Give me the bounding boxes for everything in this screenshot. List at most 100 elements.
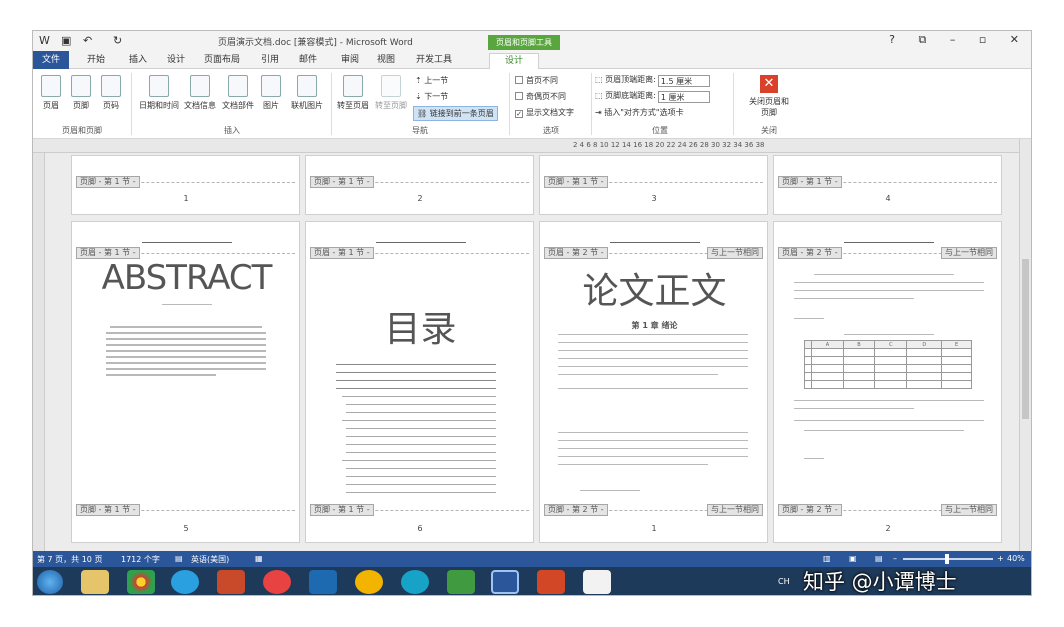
toc-line <box>346 468 496 469</box>
tab-view[interactable]: 视图 <box>371 53 401 69</box>
word-taskbar-icon[interactable] <box>491 570 519 594</box>
web-layout-icon[interactable]: ▤ <box>875 554 883 563</box>
table-row: ABCDE <box>803 340 972 349</box>
goto-footer-button[interactable]: 转至页脚 <box>373 75 409 111</box>
zoom-out-icon[interactable]: – <box>893 554 897 563</box>
text-line <box>794 420 984 421</box>
table-cell <box>941 380 972 389</box>
check-icon: ✓ <box>515 110 523 118</box>
macro-icon[interactable]: ▦ <box>255 554 263 563</box>
tab-design[interactable]: 设计 <box>161 53 191 69</box>
tab-mailings[interactable]: 邮件 <box>293 53 323 69</box>
table-cell <box>906 348 943 357</box>
start-button[interactable] <box>37 570 63 594</box>
tab-references[interactable]: 引用 <box>255 53 285 69</box>
doc-info-button[interactable]: 文档信息 <box>183 75 217 111</box>
footer-label: 页脚 - 第 1 节 - <box>310 504 374 516</box>
different-odd-even-checkbox[interactable]: 奇偶页不同 <box>515 91 566 102</box>
read-mode-icon[interactable]: ▥ <box>823 554 831 563</box>
tab-review[interactable]: 审阅 <box>335 53 365 69</box>
online-picture-button[interactable]: 联机图片 <box>287 75 327 111</box>
different-first-page-checkbox[interactable]: 首页不同 <box>515 75 558 86</box>
zoom-slider[interactable] <box>903 554 993 564</box>
header-label: 页眉 - 第 2 节 - <box>544 247 608 259</box>
text-line <box>844 334 934 335</box>
print-layout-icon[interactable]: ▣ <box>849 554 857 563</box>
app-icon[interactable] <box>401 570 429 594</box>
insert-alignment-tab-button[interactable]: ⇥ 插入"对齐方式"选项卡 <box>595 107 684 118</box>
prev-section-button[interactable]: ⇡ 上一节 <box>415 75 448 86</box>
text-line <box>794 400 984 401</box>
table-cell <box>906 380 943 389</box>
page-4-bottom: 页脚 - 第 1 节 - 4 <box>773 155 1002 215</box>
save-icon[interactable]: ▣ <box>61 34 71 47</box>
app-icon[interactable] <box>217 570 245 594</box>
tab-page-layout[interactable]: 页面布局 <box>199 53 245 69</box>
app-icon[interactable] <box>583 570 611 594</box>
close-header-footer-button[interactable]: ✕ 关闭页眉和页脚 <box>749 75 789 118</box>
text-line <box>106 362 266 364</box>
scrollbar-thumb[interactable] <box>1022 259 1029 419</box>
weibo-icon[interactable] <box>263 570 291 594</box>
text-line <box>558 350 748 351</box>
link-to-previous-button[interactable]: ⛓ 链接到前一条页眉 <box>413 106 498 121</box>
tab-developer[interactable]: 开发工具 <box>411 53 457 69</box>
doc-info-icon <box>190 75 210 97</box>
doc-parts-button[interactable]: 文档部件 <box>221 75 255 111</box>
proofing-icon[interactable]: ▤ <box>175 554 183 563</box>
goto-header-button[interactable]: 转至页眉 <box>335 75 371 111</box>
redo-icon[interactable]: ↻ <box>113 34 122 47</box>
page-number-button[interactable]: 页码 <box>99 75 123 111</box>
tab-file[interactable]: 文件 <box>33 51 69 69</box>
app-icon[interactable] <box>447 570 475 594</box>
header-button[interactable]: 页眉 <box>39 75 63 111</box>
table-cell <box>803 364 813 373</box>
chrome-icon[interactable] <box>127 570 155 594</box>
group-separator <box>733 73 734 135</box>
table-cell <box>941 364 972 373</box>
zoom-in-icon[interactable]: + <box>997 554 1004 563</box>
footer-label: 页脚 - 第 2 节 - <box>778 504 842 516</box>
table-cell <box>874 364 908 373</box>
header-rule <box>376 242 466 243</box>
next-section-button[interactable]: ⇣ 下一节 <box>415 91 448 102</box>
footer-button[interactable]: 页脚 <box>69 75 93 111</box>
header-from-top-input[interactable]: 1.5 厘米 <box>657 75 710 87</box>
explorer-icon[interactable] <box>81 570 109 594</box>
online-picture-icon <box>297 75 317 97</box>
tab-insert[interactable]: 插入 <box>123 53 153 69</box>
vertical-scrollbar[interactable] <box>1019 139 1031 551</box>
text-line <box>558 366 748 367</box>
system-tray[interactable]: CH <box>778 577 790 586</box>
group-separator <box>331 73 332 135</box>
close-icon: ✕ <box>760 75 778 93</box>
tab-hf-design[interactable]: 设计 <box>489 53 539 69</box>
footer-same-as-previous-label: 与上一节相同 <box>941 504 997 516</box>
show-doc-text-checkbox[interactable]: ✓ 显示文档文字 <box>515 107 574 118</box>
sogou-icon[interactable] <box>171 570 199 594</box>
date-time-button[interactable]: 日期和时间 <box>137 75 181 111</box>
app-icon[interactable] <box>355 570 383 594</box>
page-count[interactable]: 第 7 页，共 10 页 <box>37 554 102 565</box>
footer-label: 页脚 - 第 2 节 - <box>544 504 608 516</box>
text-line <box>558 456 748 457</box>
zoom-level[interactable]: 40% <box>1007 554 1025 563</box>
same-as-previous-label: 与上一节相同 <box>941 247 997 259</box>
table-cell: A <box>811 340 844 349</box>
powerpoint-icon[interactable] <box>537 570 565 594</box>
picture-button[interactable]: 图片 <box>259 75 283 111</box>
group-separator <box>509 73 510 135</box>
footer-label: 页脚 - 第 1 节 - <box>310 176 374 188</box>
toc-line <box>336 364 496 365</box>
footer-from-bottom-input[interactable]: 1 厘米 <box>657 91 710 103</box>
group-label-options: 选项 <box>543 126 559 135</box>
text-line <box>558 342 748 343</box>
window-controls[interactable]: ? ⧉ – ▫ ✕ <box>889 33 1029 47</box>
zoom-slider-knob[interactable] <box>945 554 949 564</box>
language[interactable]: 英语(美国) <box>191 554 229 565</box>
word-count[interactable]: 1712 个字 <box>121 554 160 565</box>
app-icon[interactable] <box>309 570 337 594</box>
undo-icon[interactable]: ↶ <box>83 34 92 47</box>
table-cell <box>842 356 876 365</box>
tab-home[interactable]: 开始 <box>81 53 111 69</box>
